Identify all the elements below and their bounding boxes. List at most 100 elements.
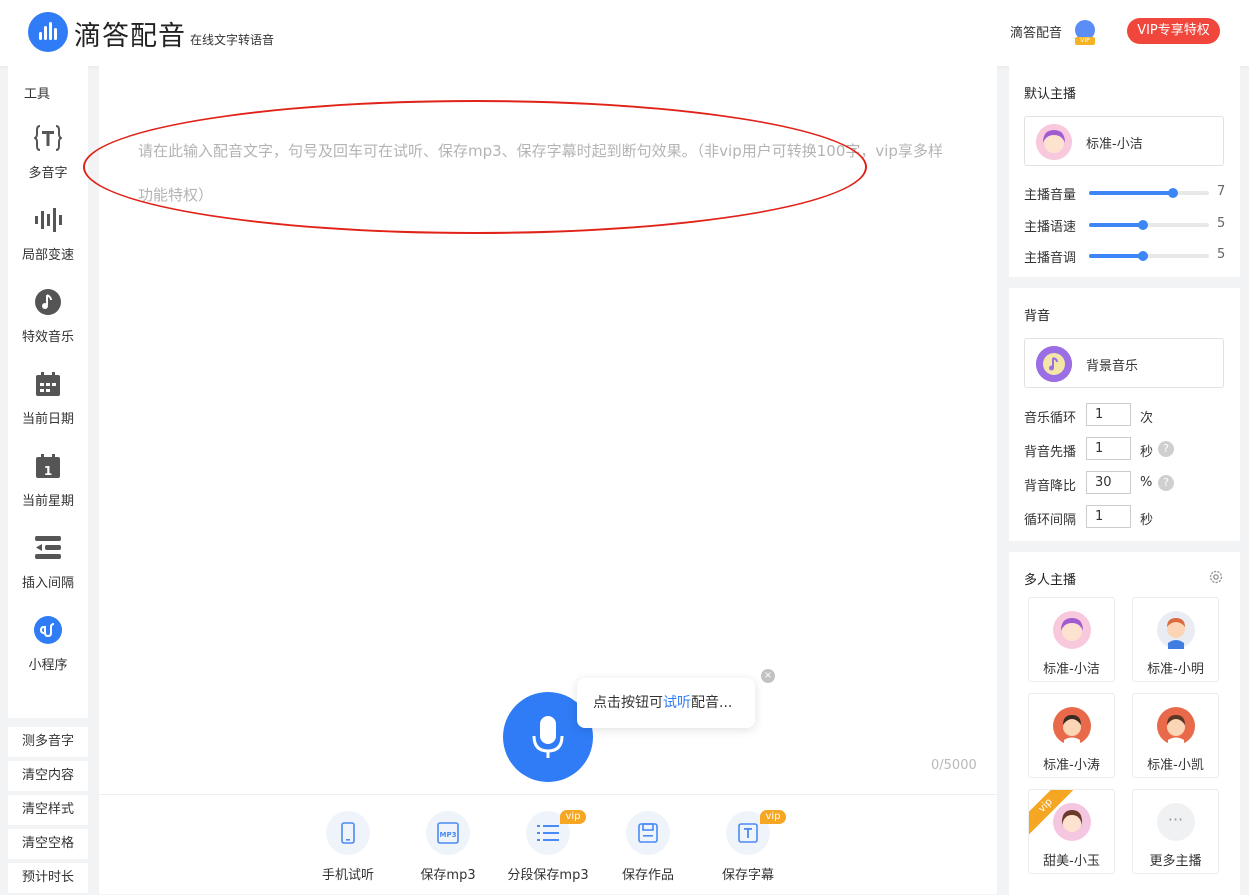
anchor-name: 标准-小涛: [1043, 758, 1100, 773]
user-vip-tag: VIP: [1075, 37, 1095, 45]
slider-fill: [1089, 191, 1173, 195]
tool-effect-music[interactable]: 特效音乐: [8, 287, 88, 369]
highlight-oval: [83, 100, 867, 234]
anchor-avatar: [1052, 803, 1091, 841]
insert-gap-icon: [33, 533, 63, 563]
tool-polyphone[interactable]: 多音字: [8, 123, 88, 205]
slider-knob[interactable]: [1138, 251, 1148, 261]
tool-speed[interactable]: 局部变速: [8, 205, 88, 287]
anchor-name: 更多主播: [1149, 854, 1202, 869]
user-name[interactable]: 滴答配音: [1010, 22, 1062, 41]
tool-label: 多音字: [28, 166, 68, 181]
vip-badge: vip: [560, 810, 586, 824]
tool-label: 插入间隔: [21, 576, 74, 591]
gear-icon[interactable]: [1208, 569, 1224, 585]
estimate-duration-button[interactable]: 预计时长: [8, 863, 88, 893]
default-anchor-card[interactable]: 标准-小洁: [1024, 116, 1224, 166]
anchor-card-xiaojie[interactable]: 标准-小洁: [1028, 597, 1115, 682]
tool-current-weekday[interactable]: 1 当前星期: [8, 451, 88, 533]
tools-title: 工具: [24, 87, 51, 102]
clear-content-button[interactable]: 清空内容: [8, 761, 88, 791]
svg-text:MP3: MP3: [440, 831, 457, 839]
tool-label: 小程序: [28, 658, 68, 673]
tools-sidebar: 工具 多音字 局部变速 特效音乐 当前日期 1 当前星期 插入间隔 小程序: [8, 66, 88, 718]
multi-anchor-panel: 多人主播 标准-小洁 标准-小明 标准-小涛 标准-小凯 vip 甜美-小玉 ·…: [1009, 552, 1240, 895]
help-icon[interactable]: ?: [1158, 475, 1174, 491]
field-label: 循环间隔: [1024, 513, 1077, 528]
slider-fill: [1089, 223, 1143, 227]
tool-mini-program[interactable]: 小程序: [8, 615, 88, 697]
svg-text:1: 1: [44, 464, 52, 478]
check-polyphone-button[interactable]: 测多音字: [8, 727, 88, 757]
slider-fill: [1089, 254, 1143, 258]
help-icon[interactable]: ?: [1158, 441, 1174, 457]
slider-knob[interactable]: [1168, 188, 1178, 198]
field-unit: 次: [1140, 411, 1154, 426]
phone-icon: [326, 811, 370, 855]
loop-interval-row: 循环间隔 1 秒: [1024, 505, 1234, 529]
anchor-name: 标准-小凯: [1147, 758, 1204, 773]
music-note-icon: [33, 287, 63, 317]
speed-slider-row: 主播语速 5: [1024, 214, 1234, 235]
brand-name[interactable]: 滴答配音: [74, 14, 186, 53]
slider-value: 5: [1217, 216, 1226, 231]
save-mp3-button[interactable]: MP3 保存mp3: [398, 811, 498, 883]
speed-slider[interactable]: [1089, 220, 1209, 230]
field-label: 音乐循环: [1024, 411, 1077, 426]
anchor-card-xiaotao[interactable]: 标准-小涛: [1028, 693, 1115, 778]
field-unit: %: [1140, 475, 1153, 490]
tip-suffix: 配音...: [691, 695, 733, 711]
anchor-card-xiaoming[interactable]: 标准-小明: [1132, 597, 1219, 682]
music-reduction-input[interactable]: 30: [1086, 471, 1131, 494]
tool-current-date[interactable]: 当前日期: [8, 369, 88, 451]
slider-value: 7: [1217, 184, 1226, 199]
field-unit: 秒: [1140, 445, 1154, 460]
phone-preview-button[interactable]: 手机试听: [298, 811, 398, 883]
anchor-card-xiaoyu[interactable]: vip 甜美-小玉: [1028, 789, 1115, 874]
action-label: 保存字幕: [721, 868, 774, 883]
tool-label: 特效音乐: [21, 330, 74, 345]
music-disc-icon: [1036, 346, 1072, 382]
background-music-card[interactable]: 背景音乐: [1024, 338, 1224, 388]
clear-style-button[interactable]: 清空样式: [8, 795, 88, 825]
background-title: 背音: [1024, 309, 1051, 324]
slider-value: 5: [1217, 247, 1226, 262]
default-anchor-title: 默认主播: [1024, 87, 1077, 102]
slider-knob[interactable]: [1138, 220, 1148, 230]
field-label: 背音先播: [1024, 445, 1077, 460]
music-preplay-input[interactable]: 1: [1086, 437, 1131, 460]
tool-label: 局部变速: [21, 248, 74, 263]
anchor-card-xiaokai[interactable]: 标准-小凯: [1132, 693, 1219, 778]
vip-privilege-button[interactable]: VIP专享特权: [1127, 18, 1220, 44]
tool-insert-gap[interactable]: 插入间隔: [8, 533, 88, 615]
default-anchor-panel: 默认主播 标准-小洁 主播音量 7 主播语速 5 主播音调 5: [1009, 66, 1240, 277]
text-editor[interactable]: 请在此输入配音文字，句号及回车可在试听、保存mp3、保存字幕时起到断句效果。（非…: [83, 66, 997, 894]
slider-label: 主播音量: [1024, 188, 1077, 203]
multi-anchor-title: 多人主播: [1024, 573, 1077, 588]
volume-slider[interactable]: [1089, 188, 1209, 198]
more-anchors-card[interactable]: ··· 更多主播: [1132, 789, 1219, 874]
slider-label: 主播语速: [1024, 220, 1077, 235]
tool-label: 当前星期: [21, 494, 74, 509]
volume-slider-row: 主播音量 7: [1024, 182, 1234, 203]
tool-label: 当前日期: [21, 412, 74, 427]
field-label: 背音降比: [1024, 479, 1077, 494]
calendar-icon: [33, 369, 63, 399]
loop-interval-input[interactable]: 1: [1086, 505, 1131, 528]
pitch-slider[interactable]: [1089, 251, 1209, 261]
music-loop-row: 音乐循环 1 次: [1024, 403, 1234, 427]
action-label: 手机试听: [321, 868, 374, 883]
logo-icon[interactable]: [28, 12, 68, 52]
tooltip-close-icon[interactable]: ×: [761, 669, 775, 683]
calendar-day-icon: 1: [33, 451, 63, 481]
vip-badge: vip: [760, 810, 786, 824]
anchor-avatar: [1052, 707, 1091, 745]
music-loop-input[interactable]: 1: [1086, 403, 1131, 426]
anchor-avatar: [1156, 611, 1195, 649]
anchor-avatar: [1156, 707, 1195, 745]
clear-spaces-button[interactable]: 清空空格: [8, 829, 88, 859]
waveform-icon: [33, 205, 63, 235]
save-work-button[interactable]: 保存作品: [598, 811, 698, 883]
anchor-name: 甜美-小玉: [1043, 854, 1100, 869]
music-preplay-row: 背音先播 1 秒 ?: [1024, 437, 1234, 461]
